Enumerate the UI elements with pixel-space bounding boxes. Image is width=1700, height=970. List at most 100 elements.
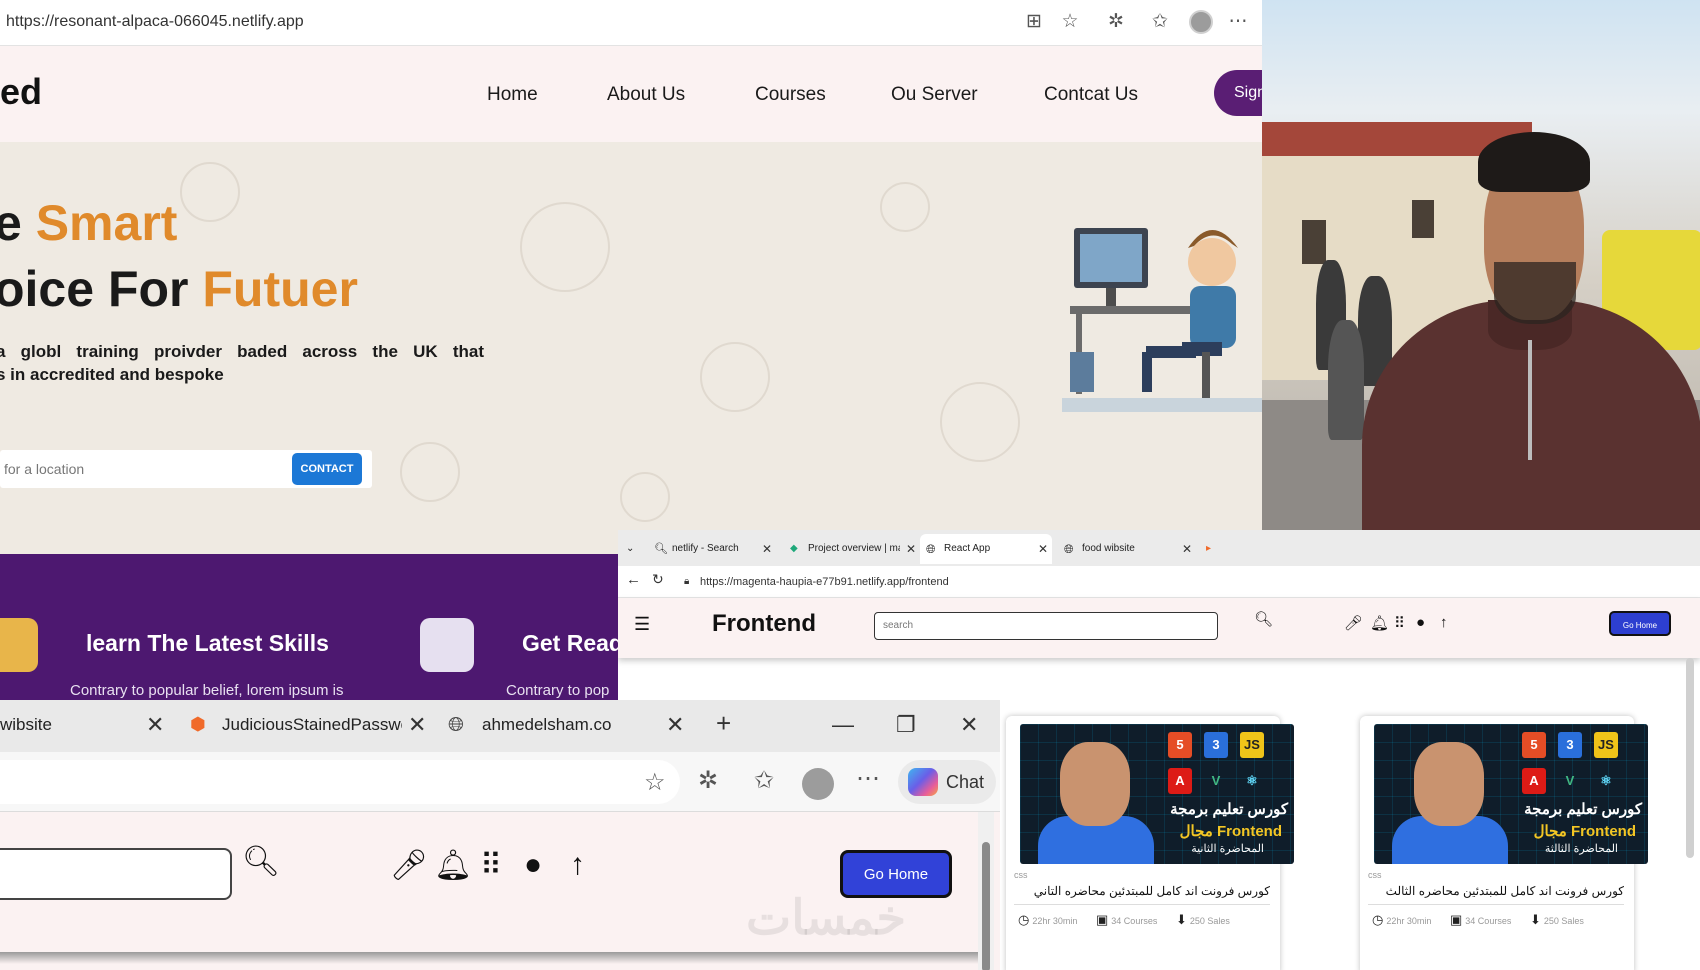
nav-contact[interactable]: Contcat Us [1044,84,1138,106]
address-field[interactable]: ☆ [0,760,680,804]
back-arrow-icon[interactable]: ← [626,571,641,588]
upload-arrow-icon[interactable]: ↑ [570,848,585,882]
microphone-icon[interactable]: 🎤︎ [390,848,428,883]
tab-list-chevron-icon[interactable]: ⌄ [626,534,642,564]
chat-label: Chat [946,772,985,792]
hero-section: e Smart oice For Futuer a globl training… [0,142,1262,554]
hamburger-menu-icon[interactable]: ☰ [634,614,650,635]
close-tab-icon[interactable]: ✕ [1038,534,1048,564]
profile-avatar-icon[interactable] [802,768,834,800]
extensions-icon[interactable]: ✲ [698,766,718,795]
microphone-icon[interactable]: 🎤︎ [1344,614,1363,632]
apps-grid-icon[interactable]: ⠿ [1394,614,1405,632]
tab-ahmedelsham[interactable]: ahmedelsham.co [482,715,611,735]
profile-avatar-icon[interactable] [1189,10,1213,34]
feature-title: learn The Latest Skills [86,630,329,656]
html5-icon: 5 [1522,732,1546,758]
extensions-icon[interactable]: ✲ [1104,10,1128,34]
page-scrollbar[interactable] [1686,658,1694,858]
react-icon: ⚛ [1246,773,1258,788]
more-menu-icon[interactable]: ⋯ [1226,10,1250,34]
location-search-placeholder: for a location [4,461,85,477]
hero-heading-accent: Futuer [202,261,358,317]
sign-button[interactable]: Sign [1214,70,1262,116]
course-card[interactable]: 5 3 JS A V ⚛ كورس تعليم برمجة مجال Front… [1006,716,1294,970]
close-tab-icon[interactable]: ✕ [146,712,164,738]
reload-icon[interactable]: ↻ [652,571,664,588]
favorites-icon[interactable]: ✩ [1148,10,1172,34]
nav-home[interactable]: Home [487,84,538,106]
restore-icon[interactable]: ❐ [896,712,916,738]
close-tab-icon[interactable]: ✕ [666,712,684,738]
minimize-icon[interactable]: — [832,712,854,738]
go-home-button[interactable]: Go Home [1609,611,1671,636]
hero-heading-line1: e Smart [0,194,177,252]
copilot-chat-button[interactable]: Chat [898,760,996,804]
photo-person-hair [1478,132,1590,192]
tab-strip: wibsite ✕ ⬢ JudiciousStainedPasswor ✕ 🌐︎… [0,700,1000,752]
thumbnail-person-face [1414,742,1484,826]
nav-courses[interactable]: Courses [755,84,826,106]
bell-icon[interactable]: 🔔︎ [1370,614,1389,632]
thumbnail-person-face [1060,742,1130,826]
tab-judicious[interactable]: JudiciousStainedPasswor [222,715,402,735]
account-icon[interactable]: ● [524,848,542,882]
contact-button[interactable]: CONTACT [292,453,362,485]
bell-icon[interactable]: 🔔︎ [434,848,472,883]
course-category: css [1014,870,1028,880]
close-tab-icon[interactable]: ✕ [906,534,916,564]
frontend-brand[interactable]: Frontend [712,610,816,638]
close-window-icon[interactable]: ✕ [960,712,978,738]
globe-icon: 🌐︎ [926,542,936,556]
favorites-icon[interactable]: ✩ [754,766,774,795]
location-search[interactable]: for a location CONTACT [0,450,372,488]
page-scrollbar[interactable] [978,812,994,970]
address-bar[interactable]: https://resonant-alpaca-066045.netlify.a… [0,0,1262,46]
tab-food-website[interactable]: 🌐︎ food wibsite ✕ [1058,534,1198,564]
search-placeholder: search [883,620,914,631]
star-icon[interactable]: ☆ [1058,10,1082,34]
scrollbar-thumb[interactable] [982,842,990,970]
codepen-tab-icon[interactable]: ▸ [1206,534,1216,564]
address-url[interactable]: https://resonant-alpaca-066045.netlify.a… [6,13,304,31]
search-icon[interactable]: 🔍︎ [242,844,280,879]
screen: https://resonant-alpaca-066045.netlify.a… [0,0,1700,970]
frontend-search-input[interactable]: search [874,612,1218,640]
close-tab-icon[interactable]: ✕ [762,534,772,564]
star-icon[interactable]: ☆ [644,768,666,797]
css3-icon: 3 [1204,732,1228,758]
search-icon[interactable]: 🔍︎ [1254,610,1273,628]
copilot-icon [908,768,938,796]
angular-icon: A [1168,768,1192,794]
certificate-icon [0,618,38,672]
new-tab-icon[interactable]: + [716,708,731,739]
close-tab-icon[interactable]: ✕ [1182,534,1192,564]
site-brand[interactable]: ed [0,71,42,113]
course-thumbnail[interactable]: 5 3 JS A V ⚛ كورس تعليم برمجة مجال Front… [1020,724,1294,864]
course-title[interactable]: كورس فرونت اند كامل للمبتدئين محاضره الت… [1034,884,1270,898]
search-input[interactable] [0,848,232,900]
tab-project-overview[interactable]: ◆ Project overview | mage ✕ [786,534,916,564]
account-icon[interactable]: ● [1416,614,1425,631]
course-thumbnail[interactable]: 5 3 JS A V ⚛ كورس تعليم برمجة مجال Front… [1374,724,1648,864]
hero-paragraph-line: a globl training proivder baded across t… [0,342,484,361]
course-card[interactable]: 5 3 JS A V ⚛ كورس تعليم برمجة مجال Front… [1360,716,1648,970]
card-divider [1368,904,1624,905]
more-menu-icon[interactable]: ⋯ [856,764,880,793]
course-title[interactable]: كورس فرونت اند كامل للمبتدئين محاضره الث… [1386,884,1624,898]
tab-website[interactable]: wibsite [0,715,52,735]
nav-about[interactable]: About Us [607,84,685,106]
close-tab-icon[interactable]: ✕ [408,712,426,738]
reader-view-icon[interactable]: ⊞ [1022,10,1046,34]
apps-grid-icon[interactable]: ⠿ [480,848,502,883]
upload-arrow-icon[interactable]: ↑ [1440,614,1448,631]
tab-react-app[interactable]: 🌐︎ React App ✕ [920,534,1052,564]
nav-server[interactable]: Ou Server [891,84,978,106]
courses-text: 34 Courses [1111,916,1158,926]
address-url-field[interactable]: 🔒︎ https://magenta-haupia-e77b91.netlify… [680,570,1140,594]
thumbnail-lecture: المحاضرة الثانية [1191,843,1264,855]
tab-netlify-search[interactable]: 🔍︎ netlify - Search ✕ [648,534,778,564]
header-shadow [0,952,980,964]
photo-bystander [1328,320,1364,440]
thumbnail-lecture: المحاضرة الثالثة [1544,843,1618,855]
